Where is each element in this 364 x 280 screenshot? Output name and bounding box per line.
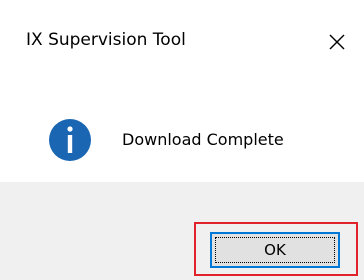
info-icon xyxy=(49,119,91,161)
dialog-body: Download Complete xyxy=(0,96,364,182)
close-icon xyxy=(329,34,345,50)
window-title: IX Supervision Tool xyxy=(26,30,186,50)
message-dialog: IX Supervision Tool Download Complete OK xyxy=(0,0,364,280)
ok-button-label: OK xyxy=(264,241,286,259)
close-button[interactable] xyxy=(316,22,358,62)
ok-button[interactable]: OK xyxy=(210,232,340,268)
message-text: Download Complete xyxy=(122,130,284,149)
button-bar: OK xyxy=(0,182,364,280)
title-bar: IX Supervision Tool xyxy=(0,0,364,96)
